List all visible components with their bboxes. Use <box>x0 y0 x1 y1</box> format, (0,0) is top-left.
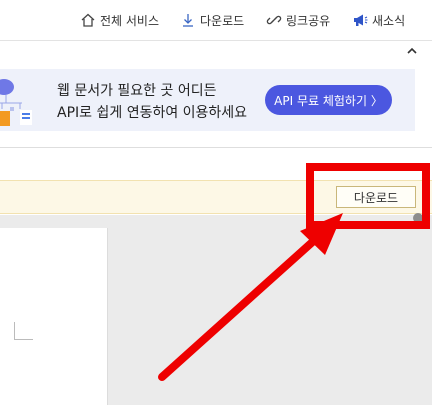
home-icon <box>81 13 95 27</box>
divider <box>0 40 432 41</box>
top-navigation: 전체 서비스 다운로드 링크공유 새소식 <box>0 0 432 40</box>
document-page <box>0 228 108 405</box>
api-free-trial-button[interactable]: API 무료 체험하기 〉 <box>265 85 392 115</box>
nav-download-label: 다운로드 <box>200 13 245 28</box>
chevron-up-icon[interactable] <box>404 43 420 59</box>
nav-news[interactable]: 새소식 <box>352 11 405 29</box>
nav-all-services-label: 전체 서비스 <box>100 13 160 28</box>
nav-download[interactable]: 다운로드 <box>180 11 244 29</box>
download-icon <box>183 14 193 27</box>
scrollbar-thumb[interactable] <box>413 213 423 223</box>
page-corner-mark <box>14 322 33 340</box>
nav-link-share-label: 링크공유 <box>286 13 331 28</box>
link-icon <box>266 15 282 25</box>
cloud-documents-icon <box>0 79 32 126</box>
download-button[interactable]: 다운로드 <box>336 186 416 208</box>
nav-link-share[interactable]: 링크공유 <box>266 11 330 29</box>
api-promo-banner: 웹 문서가 필요한 곳 어디든 API로 쉽게 연동하여 이용하세요 API 무… <box>0 69 415 131</box>
banner-subline: API로 쉽게 연동하여 이용하세요 <box>57 105 248 121</box>
nav-all-services[interactable]: 전체 서비스 <box>80 11 159 29</box>
nav-news-label: 새소식 <box>372 13 406 28</box>
divider <box>0 147 432 148</box>
banner-headline: 웹 문서가 필요한 곳 어디든 <box>57 83 217 99</box>
megaphone-icon <box>354 14 368 26</box>
